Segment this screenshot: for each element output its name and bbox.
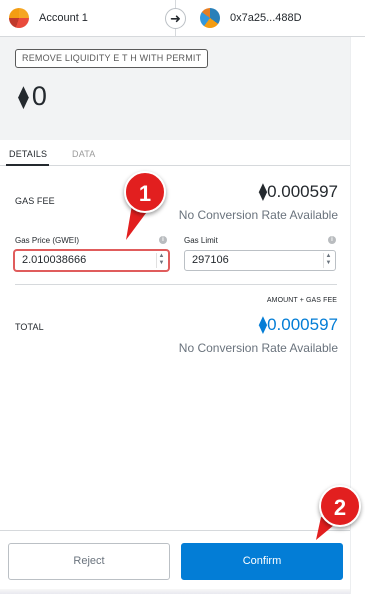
gas-price-label: Gas Price (GWEI): [15, 236, 80, 245]
gas-fee-conversion: No Conversion Rate Available: [178, 208, 338, 222]
annotation-marker-2: 2: [319, 485, 361, 527]
gas-price-value: 2.010038666: [22, 254, 87, 266]
gas-fee-label: GAS FEE: [15, 196, 55, 206]
info-icon[interactable]: i: [159, 236, 167, 244]
gas-limit-input[interactable]: 297106 ▲ ▼: [184, 250, 336, 271]
gas-price-stepper[interactable]: ▲ ▼: [156, 253, 166, 268]
method-badge: REMOVE LIQUIDITY E T H WITH PERMIT: [15, 49, 209, 68]
transaction-amount: ⧫ 0: [18, 81, 47, 112]
to-account[interactable]: 0x7a25...488D: [200, 8, 302, 28]
recipient-avatar: [200, 8, 220, 28]
total-value: ⧫0.000597: [258, 315, 338, 334]
footer-divider: [0, 530, 350, 531]
gas-fee-value: ⧫0.000597: [258, 182, 338, 201]
tab-details[interactable]: DETAILS: [9, 149, 47, 159]
info-icon[interactable]: i: [328, 236, 336, 244]
eth-icon: ⧫: [18, 83, 29, 109]
account-avatar: [9, 8, 29, 28]
gas-limit-label: Gas Limit: [184, 236, 218, 245]
from-account[interactable]: Account 1: [9, 8, 88, 28]
arrow-right-icon: ➜: [165, 8, 186, 29]
amount-value: 0: [31, 81, 47, 111]
confirm-button[interactable]: Confirm: [181, 543, 343, 580]
annotation-marker-1: 1: [124, 171, 166, 213]
detail-tabs: DETAILS DATA: [0, 140, 350, 166]
total-label: TOTAL: [15, 322, 44, 332]
transaction-summary: REMOVE LIQUIDITY E T H WITH PERMIT ⧫ 0: [0, 37, 350, 140]
from-account-label: Account 1: [39, 12, 88, 24]
transaction-header: Account 1 ➜ 0x7a25...488D: [0, 0, 365, 37]
amount-gas-label: AMOUNT + GAS FEE: [266, 297, 337, 304]
active-tab-indicator: [6, 164, 49, 166]
to-address-label: 0x7a25...488D: [230, 12, 302, 24]
reject-button[interactable]: Reject: [8, 543, 170, 580]
section-divider: [15, 284, 337, 285]
gas-limit-value: 297106: [192, 254, 229, 266]
tab-data[interactable]: DATA: [72, 149, 95, 159]
total-conversion: No Conversion Rate Available: [178, 341, 338, 355]
gas-price-input[interactable]: 2.010038666 ▲ ▼: [14, 250, 169, 271]
bottom-edge: [0, 589, 350, 594]
gas-limit-stepper[interactable]: ▲ ▼: [323, 253, 333, 268]
